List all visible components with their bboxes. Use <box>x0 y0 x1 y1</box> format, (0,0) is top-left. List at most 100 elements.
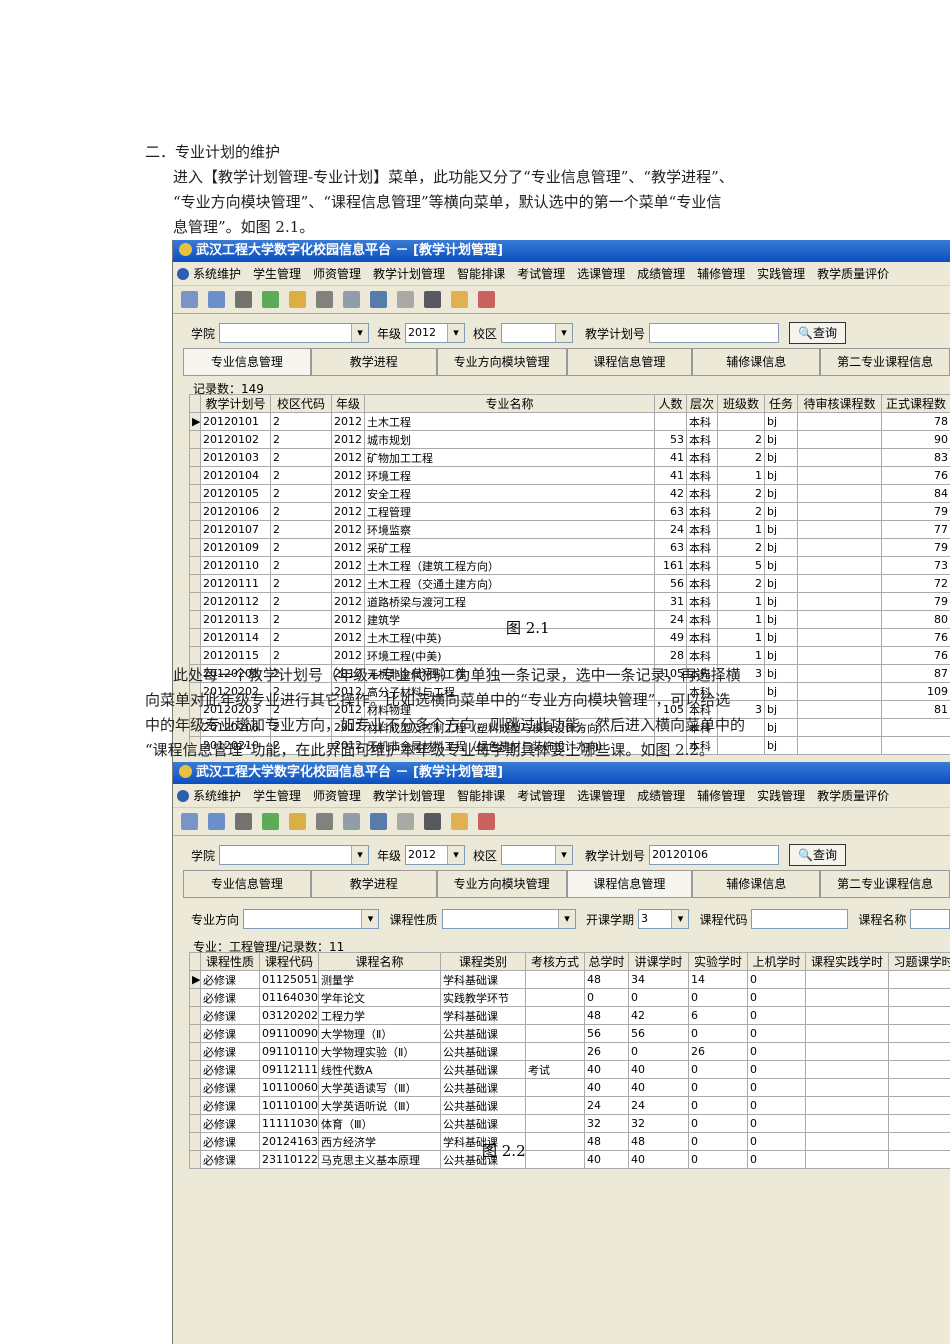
row-selector[interactable] <box>189 538 201 557</box>
query-button[interactable]: 🔍查询 <box>789 844 847 866</box>
column-header[interactable]: 课程名称 <box>318 952 441 971</box>
menu-item[interactable]: 成绩管理 <box>637 789 685 803</box>
menu-item[interactable]: 辅修管理 <box>697 267 745 281</box>
row-selector[interactable] <box>189 1150 201 1169</box>
column-header[interactable]: 课程性质 <box>200 952 260 971</box>
toolbar-icon[interactable] <box>397 813 414 830</box>
direction-select[interactable] <box>243 909 380 929</box>
row-selector[interactable] <box>189 484 201 503</box>
row-selector[interactable] <box>189 520 201 539</box>
toolbar-icon[interactable] <box>208 291 225 308</box>
toolbar-icon[interactable] <box>289 291 306 308</box>
toolbar-icon[interactable] <box>343 813 360 830</box>
toolbar-icon[interactable] <box>208 813 225 830</box>
row-selector[interactable] <box>189 592 201 611</box>
toolbar-icon[interactable] <box>397 291 414 308</box>
toolbar-icon[interactable] <box>289 813 306 830</box>
table-row[interactable]: 20120109 2 2012 采矿工程 63 本科 2 bj 79 <box>189 538 950 557</box>
menu-item[interactable]: 辅修管理 <box>697 789 745 803</box>
table-row[interactable]: 必修课 23110122 马克思主义基本原理 公共基础课 40 40 0 0 <box>189 1150 950 1169</box>
tab[interactable]: 课程信息管理 <box>566 348 693 375</box>
table-row[interactable]: 20120111 2 2012 土木工程（交通土建方向） 56 本科 2 bj 72 <box>189 574 950 593</box>
column-header[interactable]: 上机学时 <box>747 952 806 971</box>
query-button[interactable]: 🔍查询 <box>789 322 847 344</box>
plan-number-input[interactable]: 20120106 <box>649 845 780 865</box>
college-select[interactable] <box>219 323 370 343</box>
row-selector[interactable] <box>189 988 201 1007</box>
table-row[interactable]: 必修课 03120202 工程力学 学科基础课 48 42 6 0 <box>189 1006 950 1025</box>
menu-item[interactable]: 系统维护 <box>193 267 241 281</box>
table-row[interactable]: 必修课 11111030 体育（Ⅲ） 公共基础课 32 32 0 0 <box>189 1114 950 1133</box>
row-selector[interactable]: ▶ <box>189 970 201 989</box>
table-row[interactable]: 必修课 09110090 大学物理（Ⅱ） 公共基础课 56 56 0 0 <box>189 1024 950 1043</box>
table-row[interactable]: 20120114 2 2012 土木工程(中英) 49 本科 1 bj 76 <box>189 628 950 647</box>
toolbar-icon[interactable] <box>478 813 495 830</box>
tab[interactable]: 辅修课信息 <box>692 870 821 897</box>
table-row[interactable]: 20120110 2 2012 土木工程（建筑工程方向） 161 本科 5 bj 73 <box>189 556 950 575</box>
row-selector[interactable] <box>189 574 201 593</box>
row-selector[interactable] <box>189 502 201 521</box>
toolbar-icon[interactable] <box>478 291 495 308</box>
column-header[interactable]: 课程代码 <box>259 952 319 971</box>
tab[interactable]: 辅修课信息 <box>692 348 821 375</box>
toolbar-icon[interactable] <box>181 291 198 308</box>
table-row[interactable]: 20120113 2 2012 建筑学 24 本科 1 bj 80 <box>189 610 950 629</box>
menu-item[interactable]: 师资管理 <box>313 267 361 281</box>
row-selector[interactable] <box>189 430 201 449</box>
column-header[interactable]: 考核方式 <box>525 952 585 971</box>
menu-item[interactable]: 系统维护 <box>193 789 241 803</box>
tab[interactable]: 教学进程 <box>310 870 437 897</box>
menu-item[interactable]: 成绩管理 <box>637 267 685 281</box>
nature-select[interactable] <box>441 909 576 929</box>
table-row[interactable]: 20120115 2 2012 环境工程(中美) 28 本科 1 bj 76 <box>189 646 950 665</box>
table-row[interactable]: 20120103 2 2012 矿物加工工程 41 本科 2 bj 83 <box>189 448 950 467</box>
tab[interactable]: 专业信息管理 <box>183 348 311 375</box>
row-selector[interactable] <box>189 1006 201 1025</box>
campus-select[interactable] <box>501 845 574 865</box>
table-row[interactable]: 20120102 2 2012 城市规划 53 本科 2 bj 90 <box>189 430 950 449</box>
row-selector[interactable] <box>189 556 201 575</box>
row-selector[interactable] <box>189 1042 201 1061</box>
toolbar-icon[interactable] <box>262 813 279 830</box>
campus-select[interactable] <box>501 323 574 343</box>
column-header[interactable]: 人数 <box>654 394 687 413</box>
row-selector[interactable] <box>189 610 201 629</box>
column-header[interactable]: 专业名称 <box>364 394 655 413</box>
table-row[interactable]: 20120112 2 2012 道路桥梁与渡河工程 31 本科 1 bj 79 <box>189 592 950 611</box>
menu-item[interactable]: 实践管理 <box>757 267 805 281</box>
table-row[interactable]: ▶ 必修课 01125051 测量学 学科基础课 48 34 14 0 <box>189 970 950 989</box>
grade-select[interactable]: 2012 <box>405 323 466 343</box>
column-header[interactable]: 总学时 <box>584 952 629 971</box>
menu-item[interactable]: 考试管理 <box>517 267 565 281</box>
menu-item[interactable]: 学生管理 <box>253 789 301 803</box>
column-header[interactable]: 课程类别 <box>440 952 526 971</box>
toolbar-icon[interactable] <box>262 291 279 308</box>
column-header[interactable]: 课程实践学时 <box>805 952 889 971</box>
menu-item[interactable]: 教学计划管理 <box>373 789 445 803</box>
toolbar-icon[interactable] <box>451 291 468 308</box>
row-selector[interactable] <box>189 1024 201 1043</box>
plan-number-input[interactable] <box>649 323 780 343</box>
column-header[interactable]: 习题课学时 <box>888 952 950 971</box>
toolbar-icon[interactable] <box>181 813 198 830</box>
column-header[interactable]: 待审核课程数 <box>797 394 882 413</box>
toolbar-icon[interactable] <box>370 813 387 830</box>
column-header[interactable]: 层次 <box>686 394 718 413</box>
menu-item[interactable]: 教学质量评价 <box>817 789 889 803</box>
menu-item[interactable]: 学生管理 <box>253 267 301 281</box>
table-row[interactable]: 必修课 01164030 学年论文 实践教学环节 0 0 0 0 <box>189 988 950 1007</box>
college-select[interactable] <box>219 845 370 865</box>
tab[interactable]: 教学进程 <box>310 348 437 375</box>
course-code-input[interactable] <box>751 909 849 929</box>
toolbar-icon[interactable] <box>451 813 468 830</box>
toolbar-icon[interactable] <box>316 291 333 308</box>
toolbar-icon[interactable] <box>235 813 252 830</box>
row-selector[interactable] <box>189 448 201 467</box>
toolbar-icon[interactable] <box>424 291 441 308</box>
table-row[interactable]: 20120104 2 2012 环境工程 41 本科 1 bj 76 <box>189 466 950 485</box>
row-selector[interactable] <box>189 628 201 647</box>
toolbar-icon[interactable] <box>235 291 252 308</box>
row-selector[interactable] <box>189 466 201 485</box>
table-row[interactable]: 20120105 2 2012 安全工程 42 本科 2 bj 84 <box>189 484 950 503</box>
column-header[interactable]: 年级 <box>331 394 365 413</box>
